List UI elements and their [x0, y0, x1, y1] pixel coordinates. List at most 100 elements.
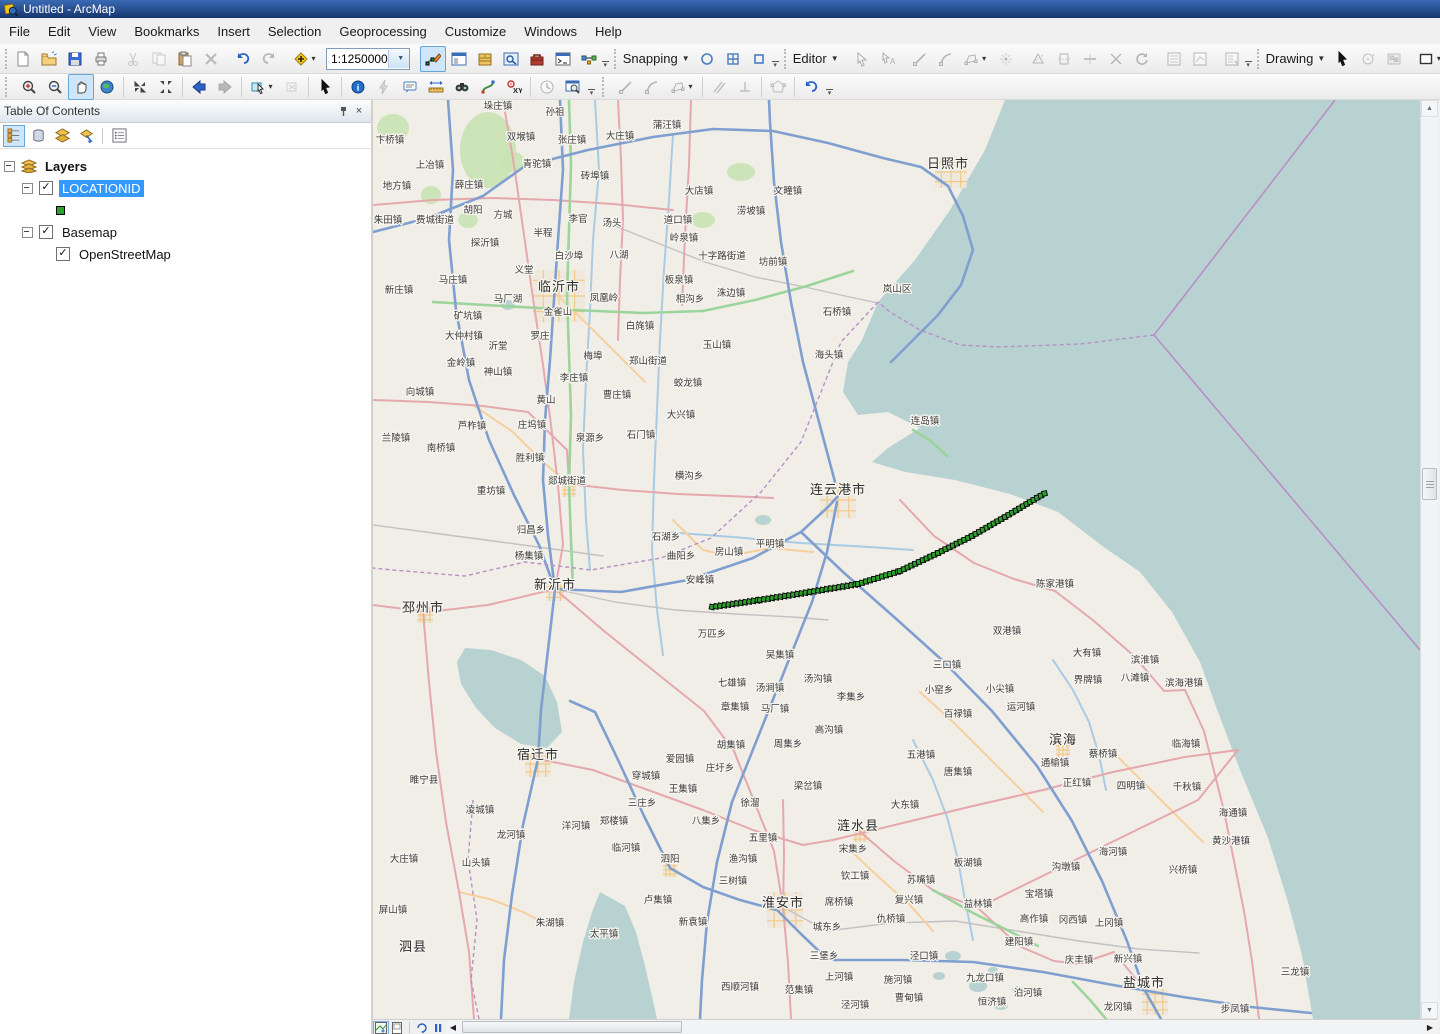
point-symbol-swatch[interactable] [56, 206, 65, 215]
undo-button[interactable] [798, 74, 824, 100]
redo-button[interactable] [256, 46, 282, 72]
snapping-menu-button[interactable]: Snapping▼ [619, 49, 694, 68]
arc-segment-button[interactable] [639, 74, 665, 100]
new-button[interactable] [10, 46, 36, 72]
fixed-zoom-out-button[interactable] [153, 74, 179, 100]
menu-customize[interactable]: Customize [436, 20, 515, 43]
create-features-button[interactable] [1219, 46, 1245, 72]
add-data-button[interactable]: ▾ [288, 46, 322, 72]
reshape-button[interactable] [1025, 46, 1051, 72]
snap-point-button[interactable] [694, 46, 720, 72]
perpendicular-button[interactable] [732, 74, 758, 100]
toolbar-grip[interactable] [5, 49, 7, 69]
menu-insert[interactable]: Insert [208, 20, 259, 43]
undo-button[interactable] [230, 46, 256, 72]
layer-checkbox[interactable]: ✓ [56, 247, 70, 261]
delete-button[interactable] [198, 46, 224, 72]
trace-button[interactable]: ▾ [959, 46, 993, 72]
select-elements-button[interactable] [1329, 46, 1355, 72]
toolbar-overflow-icon[interactable]: ▾ [586, 74, 597, 99]
editor-menu-button[interactable]: Editor▼ [789, 49, 843, 68]
pause-drawing-button[interactable] [430, 1021, 446, 1034]
pin-icon[interactable] [335, 103, 351, 119]
horizontal-scrollbar[interactable]: ◀ ▶ [446, 1020, 1437, 1034]
edit-vertices-draw-button[interactable] [1381, 46, 1407, 72]
layer-openstreetmap[interactable]: OpenStreetMap [76, 246, 174, 263]
toolbar-grip[interactable] [784, 49, 786, 69]
feature-point[interactable] [1042, 491, 1048, 497]
parallel-button[interactable] [706, 74, 732, 100]
edit-annotation-button[interactable]: A [875, 46, 901, 72]
toc-header[interactable]: Table Of Contents × [0, 100, 371, 123]
scroll-right-icon[interactable]: ▶ [1423, 1020, 1437, 1034]
copy-button[interactable] [146, 46, 172, 72]
toolbar-grip[interactable] [614, 49, 616, 69]
edit-sketch-button[interactable] [420, 46, 446, 72]
polygon-tool-button[interactable] [765, 74, 791, 100]
snap-end-button[interactable] [720, 46, 746, 72]
toolbar-grip[interactable] [1257, 49, 1259, 69]
layer-locationid[interactable]: LOCATIONID [59, 180, 144, 197]
cut-button[interactable] [120, 46, 146, 72]
go-to-xy-button[interactable]: XY [501, 74, 527, 100]
menu-edit[interactable]: Edit [39, 20, 79, 43]
horizontal-scroll-thumb[interactable] [462, 1021, 682, 1033]
collapse-icon[interactable] [22, 227, 33, 238]
map-scale-combobox[interactable]: 1:1250000▼ [326, 48, 410, 70]
straight-segment-button[interactable] [613, 74, 639, 100]
menu-help[interactable]: Help [586, 20, 631, 43]
viewer-window-button[interactable] [560, 74, 586, 100]
open-button[interactable] [36, 46, 62, 72]
zoom-out-button[interactable] [42, 74, 68, 100]
list-by-selection-button[interactable] [75, 125, 97, 147]
scroll-down-icon[interactable]: ▼ [1421, 1002, 1438, 1019]
close-icon[interactable]: × [351, 103, 367, 119]
map-view[interactable]: 临沂市日照市连云港市新沂市邳州市宿迁市淮安市涟水县盐城市滨海泗县泗阳岚山区垛庄镇… [373, 100, 1420, 1019]
vertical-scroll-thumb[interactable] [1422, 468, 1437, 500]
layer-checkbox[interactable]: ✓ [39, 225, 53, 239]
combo-dropdown-icon[interactable]: ▼ [388, 50, 409, 68]
options-button[interactable] [108, 125, 130, 147]
layer-basemap[interactable]: Basemap [59, 224, 120, 241]
find-route-button[interactable] [475, 74, 501, 100]
line-intersect-button[interactable] [1103, 46, 1129, 72]
list-by-visibility-button[interactable] [51, 125, 73, 147]
split-button[interactable] [1077, 46, 1103, 72]
menu-geoprocessing[interactable]: Geoprocessing [330, 20, 435, 43]
print-button[interactable] [88, 46, 114, 72]
toolbar-grip[interactable] [602, 77, 610, 97]
clear-selection-button[interactable] [279, 74, 305, 100]
toolbar-overflow-icon[interactable]: ▾ [602, 46, 609, 71]
arctoolbox-button[interactable] [524, 46, 550, 72]
list-by-drawing-order-button[interactable] [3, 125, 25, 147]
full-extent-button[interactable] [94, 74, 120, 100]
modelbuilder-button[interactable] [576, 46, 602, 72]
scroll-up-icon[interactable]: ▲ [1421, 100, 1438, 117]
toolbar-overflow-icon[interactable]: ▾ [1245, 46, 1252, 71]
edit-tool-button[interactable] [849, 46, 875, 72]
collapse-icon[interactable] [22, 183, 33, 194]
toolbar-overflow-icon[interactable]: ▾ [772, 46, 779, 71]
trace-button[interactable]: ▾ [665, 74, 699, 100]
select-features-button[interactable]: ▾ [245, 74, 279, 100]
python-button[interactable] [550, 46, 576, 72]
attributes-button[interactable] [1161, 46, 1187, 72]
layout-view-button[interactable] [389, 1021, 405, 1034]
data-view-button[interactable] [373, 1021, 389, 1034]
rotate-element-button[interactable] [1355, 46, 1381, 72]
zoom-in-button[interactable] [16, 74, 42, 100]
scroll-left-icon[interactable]: ◀ [446, 1020, 460, 1034]
paste-button[interactable] [172, 46, 198, 72]
arc-segment-button[interactable] [933, 46, 959, 72]
html-popup-button[interactable] [371, 74, 397, 100]
collapse-icon[interactable] [4, 161, 15, 172]
fixed-zoom-in-button[interactable] [127, 74, 153, 100]
menu-windows[interactable]: Windows [515, 20, 586, 43]
vertical-scrollbar[interactable]: ▲ ▼ [1420, 100, 1438, 1019]
toolbar-overflow-icon[interactable]: ▾ [824, 74, 835, 99]
drawing-menu-button[interactable]: Drawing▼ [1262, 49, 1330, 68]
time-slider-button[interactable] [534, 74, 560, 100]
forward-extent-button[interactable] [212, 74, 238, 100]
measure-button[interactable] [423, 74, 449, 100]
pan-button[interactable] [68, 74, 94, 100]
